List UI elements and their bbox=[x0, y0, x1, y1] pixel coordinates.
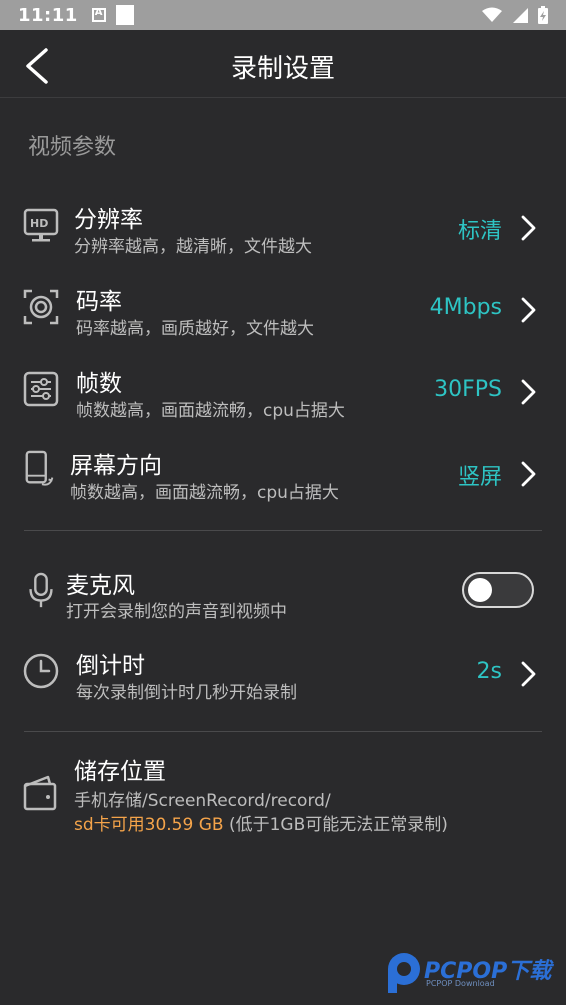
setting-row-countdown[interactable]: 倒计时 每次录制倒计时几秒开始录制 2s bbox=[0, 636, 566, 714]
setting-subtitle: 打开会录制您的声音到视频中 bbox=[66, 602, 287, 622]
setting-row-resolution[interactable]: HD 分辨率 分辨率越高，越清晰，文件越大 标清 bbox=[0, 190, 566, 268]
divider bbox=[24, 530, 542, 531]
status-icons bbox=[482, 6, 548, 24]
page-title: 录制设置 bbox=[230, 54, 335, 84]
hd-monitor-icon: HD bbox=[23, 208, 59, 242]
battery-charging-icon bbox=[538, 6, 548, 24]
section-title-video: 视频参数 bbox=[28, 135, 117, 160]
setting-row-storage[interactable]: 储存位置 手机存储/ScreenRecord/record/ sd卡可用30.5… bbox=[0, 744, 566, 844]
notification-a-icon bbox=[91, 7, 106, 22]
setting-title: 储存位置 bbox=[74, 759, 166, 785]
setting-subtitle: 每次录制倒计时几秒开始录制 bbox=[76, 683, 297, 703]
setting-subtitle: 分辨率越高，越清晰，文件越大 bbox=[74, 237, 312, 257]
chevron-right-icon bbox=[521, 215, 536, 241]
status-bar: 11:11 bbox=[0, 0, 566, 30]
wifi-icon bbox=[482, 7, 502, 22]
setting-title: 屏幕方向 bbox=[70, 453, 162, 479]
setting-title: 分辨率 bbox=[74, 207, 143, 233]
setting-row-bitrate[interactable]: 码率 码率越高，画质越好，文件越大 4Mbps bbox=[0, 272, 566, 350]
wallet-icon bbox=[23, 775, 57, 811]
toggle-knob bbox=[468, 578, 492, 602]
setting-value: 标清 bbox=[457, 219, 502, 244]
app-bar: 录制设置 bbox=[0, 30, 566, 98]
setting-row-orientation[interactable]: 屏幕方向 帧数越高，画面越流畅，cpu占据大 竖屏 bbox=[0, 436, 566, 514]
setting-row-framerate[interactable]: 帧数 帧数越高，画面越流畅，cpu占据大 30FPS bbox=[0, 354, 566, 432]
setting-title: 麦克风 bbox=[66, 573, 135, 599]
setting-subtitle: 帧数越高，画面越流畅，cpu占据大 bbox=[70, 483, 339, 503]
status-time: 11:11 bbox=[18, 4, 78, 26]
watermark-logo: PCPOP下载 PCPOP Download bbox=[384, 949, 560, 997]
clock-icon bbox=[23, 653, 59, 689]
setting-value: 竖屏 bbox=[457, 465, 502, 490]
chevron-right-icon bbox=[521, 661, 536, 687]
watermark-subtext: PCPOP Download bbox=[426, 979, 495, 988]
sliders-icon bbox=[23, 371, 59, 407]
microphone-icon bbox=[29, 572, 53, 608]
setting-subtitle: 帧数越高，画面越流畅，cpu占据大 bbox=[76, 401, 345, 421]
setting-title: 倒计时 bbox=[76, 653, 145, 679]
divider bbox=[24, 731, 542, 732]
chevron-right-icon bbox=[521, 297, 536, 323]
storage-path: 手机存储/ScreenRecord/record/ bbox=[74, 791, 331, 811]
camera-lens-icon bbox=[23, 289, 59, 325]
storage-available: sd卡可用30.59 GB bbox=[74, 815, 224, 835]
square-icon bbox=[115, 5, 134, 25]
pcpop-logo-icon bbox=[388, 953, 420, 993]
storage-info: sd卡可用30.59 GB (低于1GB可能无法正常录制) bbox=[74, 810, 448, 835]
chevron-right-icon bbox=[521, 379, 536, 405]
setting-row-microphone: 麦克风 打开会录制您的声音到视频中 bbox=[0, 560, 566, 638]
chevron-right-icon bbox=[521, 461, 536, 487]
storage-note: (低于1GB可能无法正常录制) bbox=[223, 815, 448, 835]
svg-text:HD: HD bbox=[30, 217, 48, 230]
phone-rotate-icon bbox=[25, 450, 54, 486]
setting-title: 帧数 bbox=[76, 371, 122, 397]
setting-title: 码率 bbox=[76, 289, 122, 315]
setting-value: 4Mbps bbox=[429, 295, 502, 320]
setting-subtitle: 码率越高，画质越好，文件越大 bbox=[76, 319, 314, 339]
microphone-toggle[interactable] bbox=[462, 572, 534, 608]
setting-value: 2s bbox=[476, 659, 502, 684]
signal-icon bbox=[513, 8, 528, 23]
setting-value: 30FPS bbox=[434, 377, 502, 402]
